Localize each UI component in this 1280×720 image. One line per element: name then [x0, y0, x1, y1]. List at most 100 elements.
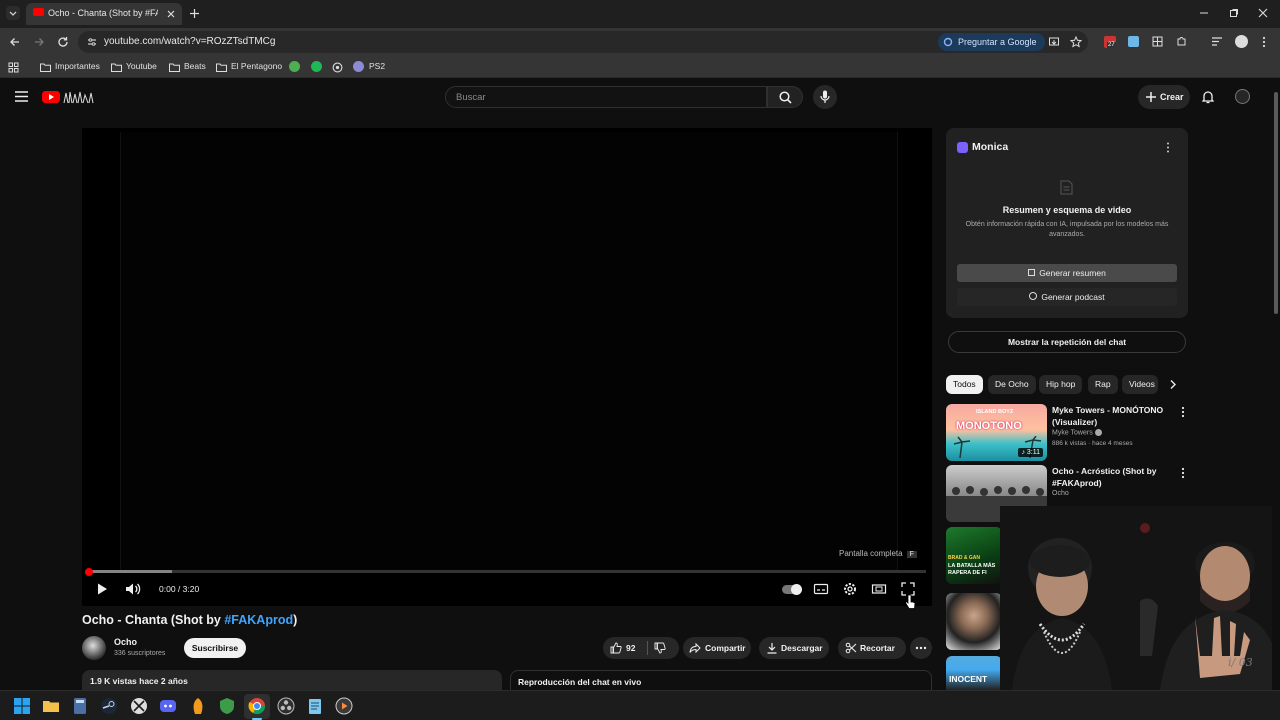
channel-avatar[interactable] [82, 636, 106, 660]
like-button[interactable]: 92 [603, 637, 645, 659]
recommendation-thumbnail[interactable]: BRAD & GAN LA BATALLA MÁS RAPERA DE FI [946, 527, 1002, 584]
clip-button[interactable]: Recortar [838, 637, 906, 659]
chip-todos[interactable]: Todos [946, 375, 983, 394]
bookmark-importantes[interactable]: Importantes [55, 61, 100, 71]
grid-extension-icon[interactable] [1152, 36, 1163, 47]
create-button[interactable]: Crear [1138, 85, 1190, 109]
scrubber-handle[interactable] [85, 567, 93, 576]
extensions-puzzle-icon[interactable] [1176, 36, 1187, 47]
bookmark-beats[interactable]: Beats [184, 61, 206, 71]
file-explorer-icon[interactable] [42, 697, 60, 715]
obs-icon[interactable] [277, 697, 295, 715]
reload-icon[interactable] [57, 36, 69, 48]
chips-next-chevron-icon[interactable] [1168, 379, 1178, 390]
autoplay-toggle[interactable] [782, 584, 802, 595]
close-window-icon[interactable] [1258, 8, 1268, 18]
search-button[interactable] [767, 86, 803, 108]
recommendation-title[interactable]: Myke Towers - MONÓTONO (Visualizer) [1052, 405, 1174, 428]
menu-kebab-icon[interactable] [1261, 36, 1267, 48]
browser-tab[interactable]: Ocho - Chanta (Shot by #FAKAprod) [26, 3, 182, 25]
recommendation-menu-icon[interactable] [1178, 467, 1188, 479]
new-tab-icon[interactable] [189, 8, 200, 19]
discord-icon[interactable] [159, 697, 177, 715]
video-title: Ocho - Chanta (Shot by #FAKAprod) [82, 613, 297, 627]
chip-videos[interactable]: Videos [1122, 375, 1158, 394]
video-frame[interactable] [120, 132, 898, 570]
account-avatar[interactable] [1235, 89, 1250, 104]
download-button[interactable]: Descargar [759, 637, 829, 659]
recommendation-item[interactable]: ISLAND BOYZ MONOTONO ♪ 3:11 Myke Towers … [946, 404, 1192, 462]
channel-name[interactable]: Ocho [114, 637, 137, 647]
volume-icon[interactable] [124, 580, 142, 598]
extension-badge-icon[interactable]: 27 [1104, 36, 1116, 48]
subscribe-button[interactable]: Suscribirse [184, 638, 246, 658]
play-icon[interactable] [93, 580, 111, 598]
generate-summary-button[interactable]: Generar resumen [957, 264, 1177, 282]
tab-search-icon[interactable] [6, 6, 20, 20]
bookmark-star-icon[interactable] [1070, 36, 1082, 48]
xbox-icon[interactable] [130, 697, 148, 715]
show-chat-replay-button[interactable]: Mostrar la repetición del chat [948, 331, 1186, 353]
chip-rap[interactable]: Rap [1088, 375, 1118, 394]
chip-de-ocho[interactable]: De Ocho [988, 375, 1036, 394]
video-player[interactable]: Pantalla completa F 0:00 / 3:20 [82, 128, 932, 609]
youtube-logo[interactable] [42, 90, 94, 104]
page-scrollbar[interactable] [1272, 80, 1280, 690]
description-box[interactable]: 1.9 K vistas hace 2 años [82, 670, 502, 690]
notepad-icon[interactable] [306, 697, 324, 715]
recommendation-thumbnail[interactable] [946, 593, 1002, 650]
hamburger-menu-icon[interactable] [15, 91, 28, 102]
minimize-icon[interactable] [1199, 8, 1209, 18]
live-chat-replay-header[interactable]: Reproducción del chat en vivo [510, 670, 932, 690]
recommendation-thumbnail[interactable]: INOCENT [946, 656, 1002, 690]
install-app-icon[interactable] [1048, 36, 1060, 48]
share-button[interactable]: Compartir [683, 637, 751, 659]
spotify-icon[interactable] [311, 61, 322, 72]
steam-icon[interactable] [100, 697, 118, 715]
chip-hip-hop[interactable]: Hip hop [1039, 375, 1083, 394]
bookmark-youtube[interactable]: Youtube [126, 61, 157, 71]
scrollbar-thumb[interactable] [1274, 92, 1278, 314]
bookmark-green-icon[interactable] [289, 61, 300, 72]
recommendation-channel[interactable]: Myke Towers [1052, 429, 1102, 436]
share-icon [689, 642, 701, 654]
ps2-icon [353, 61, 364, 72]
extension-icon[interactable] [1128, 36, 1139, 47]
ask-google-button[interactable]: Preguntar a Google [938, 33, 1045, 51]
calculator-icon[interactable] [71, 697, 89, 715]
windows-start-icon[interactable] [13, 697, 31, 715]
video-hashtag-link[interactable]: #FAKAprod [224, 613, 293, 627]
apps-grid-icon[interactable] [8, 62, 19, 73]
close-tab-icon[interactable] [166, 9, 176, 19]
search-input[interactable]: Buscar [445, 86, 767, 108]
recommendation-channel[interactable]: Ocho [1052, 490, 1069, 497]
notifications-bell-icon[interactable] [1202, 90, 1214, 104]
bookmark-el-pentagono[interactable]: El Pentagono [231, 61, 282, 71]
subtitles-icon[interactable] [812, 580, 830, 598]
forward-icon[interactable] [33, 36, 45, 48]
back-icon[interactable] [9, 36, 21, 48]
media-player-icon[interactable] [335, 697, 353, 715]
maximize-icon[interactable] [1229, 8, 1239, 18]
reading-list-icon[interactable] [1211, 36, 1223, 47]
bookmark-ps2[interactable]: PS2 [369, 61, 385, 71]
recommendation-thumbnail[interactable]: ISLAND BOYZ MONOTONO ♪ 3:11 [946, 404, 1047, 461]
webcam-people-image: i/ 03 [1000, 506, 1280, 690]
voice-search-button[interactable] [813, 85, 837, 109]
target-bookmark-icon[interactable] [332, 62, 343, 73]
address-bar[interactable]: youtube.com/watch?v=ROzZTsdTMCg Pregunta… [78, 31, 1088, 53]
more-actions-button[interactable] [910, 637, 932, 659]
recommendation-menu-icon[interactable] [1178, 406, 1188, 418]
theater-mode-icon[interactable] [870, 580, 888, 598]
settings-gear-icon[interactable] [841, 580, 859, 598]
chrome-icon[interactable] [248, 697, 266, 715]
shield-app-icon[interactable] [218, 697, 236, 715]
generate-podcast-button[interactable]: Generar podcast [957, 288, 1177, 306]
recommendation-title[interactable]: Ocho - Acróstico (Shot by #FAKAprod) [1052, 466, 1174, 489]
fl-studio-icon[interactable] [189, 697, 207, 715]
profile-avatar[interactable] [1235, 35, 1248, 48]
monica-menu-icon[interactable] [1166, 142, 1170, 153]
progress-bar[interactable] [85, 567, 926, 576]
site-info-icon[interactable] [87, 37, 97, 47]
thumbs-down-icon[interactable] [654, 642, 666, 654]
